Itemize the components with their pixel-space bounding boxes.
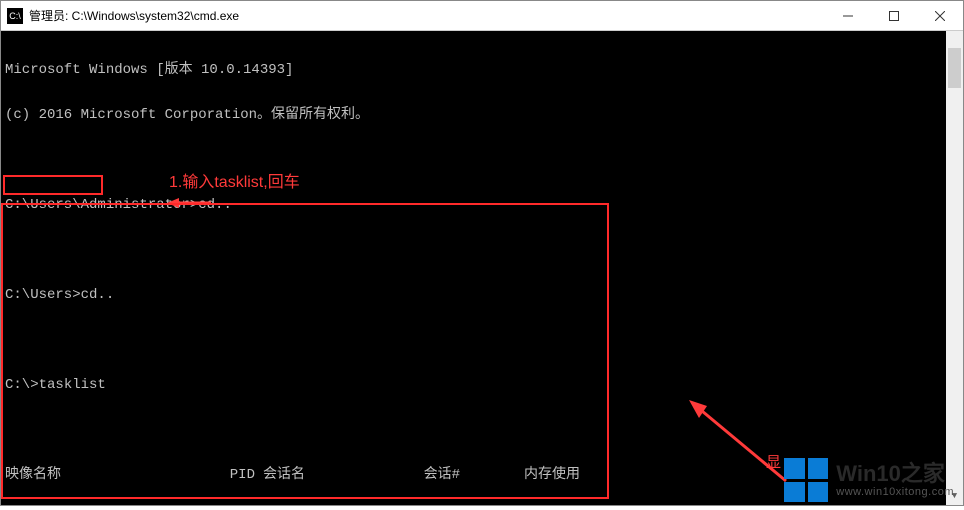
annotation-text-1: 1.输入tasklist,回车 [169, 175, 300, 190]
maximize-button[interactable] [871, 1, 917, 31]
intro-line: Microsoft Windows [版本 10.0.14393] [5, 63, 959, 78]
prompt-line: C:\Users>cd.. [5, 288, 959, 303]
scrollbar[interactable]: ▲ ▼ [946, 31, 963, 505]
scroll-thumb[interactable] [948, 48, 961, 88]
cmd-icon: C:\ [7, 8, 23, 24]
close-button[interactable] [917, 1, 963, 31]
annotation-box-1 [3, 175, 103, 195]
title-bar[interactable]: C:\ 管理员: C:\Windows\system32\cmd.exe [1, 1, 963, 31]
watermark: Win10之家 www.win10xitong.com [784, 458, 954, 502]
intro-line: (c) 2016 Microsoft Corporation。保留所有权利。 [5, 108, 959, 123]
console-output[interactable]: Microsoft Windows [版本 10.0.14393] (c) 20… [1, 31, 963, 505]
watermark-url: www.win10xitong.com [836, 486, 954, 498]
annotation-text-2: 显 [766, 455, 781, 470]
cmd-window: C:\ 管理员: C:\Windows\system32\cmd.exe Mic… [0, 0, 964, 506]
prompt-line: C:\>tasklist [5, 378, 959, 393]
win10-logo-icon [784, 458, 828, 502]
minimize-button[interactable] [825, 1, 871, 31]
window-title: 管理员: C:\Windows\system32\cmd.exe [29, 7, 825, 24]
watermark-title: Win10之家 [836, 462, 954, 486]
arrow-icon [631, 381, 791, 505]
